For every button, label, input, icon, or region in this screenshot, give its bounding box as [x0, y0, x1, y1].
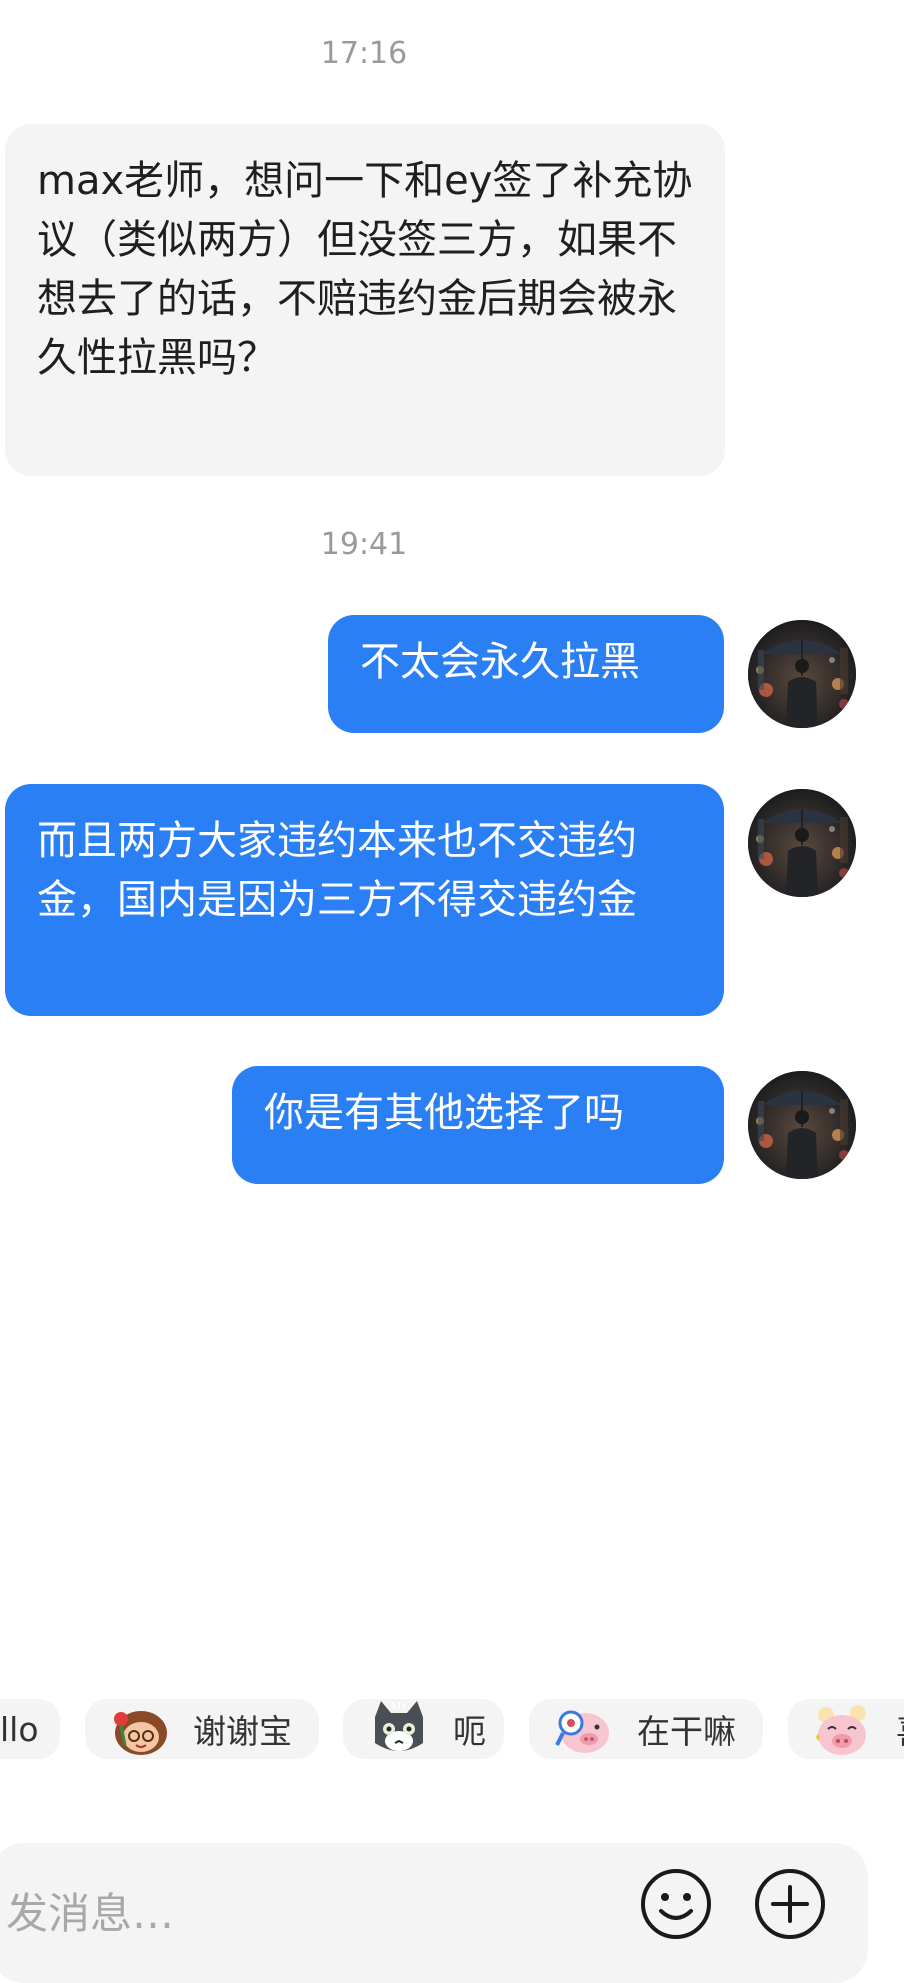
happy-pig-sticker-icon	[816, 1705, 866, 1755]
message-text: 你是有其他选择了吗	[264, 1090, 624, 1136]
timestamp: 19:41	[320, 527, 408, 562]
quick-reply-label: 喜	[896, 1705, 904, 1753]
quick-reply-thanks[interactable]: 谢谢宝	[85, 1699, 319, 1759]
quick-reply-label: llo	[0, 1709, 39, 1749]
quick-reply-uh[interactable]: 呃	[343, 1699, 504, 1759]
avatar-image	[748, 789, 856, 897]
quick-reply-label: 在干嘛	[637, 1712, 736, 1751]
message-text: 不太会永久拉黑	[360, 639, 640, 685]
quick-reply-label: 呃	[453, 1712, 486, 1751]
outgoing-message-bubble[interactable]: 而且两方大家违约本来也不交违约金，国内是因为三方不得交违约金	[5, 784, 724, 1016]
emoji-icon[interactable]	[639, 1867, 713, 1941]
avatar-image	[748, 620, 856, 728]
quick-reply-what-doing[interactable]: 在干嘛	[529, 1699, 763, 1759]
timestamp: 17:16	[320, 36, 408, 71]
plus-icon[interactable]	[753, 1867, 827, 1941]
gray-cat-sticker-icon	[375, 1701, 423, 1751]
girl-with-rose-sticker-icon	[114, 1711, 167, 1755]
incoming-message-bubble[interactable]: max老师，想问一下和ey签了补充协议（类似两方）但没签三方，如果不想去了的话，…	[5, 124, 725, 476]
quick-reply-label: 谢谢宝	[193, 1712, 292, 1751]
avatar-image	[748, 1071, 856, 1179]
avatar[interactable]	[748, 620, 856, 728]
quick-reply-happy[interactable]: 喜	[788, 1699, 904, 1759]
outgoing-message-bubble[interactable]: 不太会永久拉黑	[328, 615, 724, 733]
avatar[interactable]	[748, 789, 856, 897]
message-text: max老师，想问一下和ey签了补充协议（类似两方）但没签三方，如果不想去了的话，…	[37, 158, 693, 381]
message-input-placeholder[interactable]: 发消息…	[6, 1880, 174, 1941]
pig-with-magnifier-sticker-icon	[555, 1710, 609, 1753]
avatar[interactable]	[748, 1071, 856, 1179]
message-text: 而且两方大家违约本来也不交违约金，国内是因为三方不得交违约金	[37, 818, 637, 923]
quick-reply-hello[interactable]: llo	[0, 1699, 60, 1759]
outgoing-message-bubble[interactable]: 你是有其他选择了吗	[232, 1066, 724, 1184]
